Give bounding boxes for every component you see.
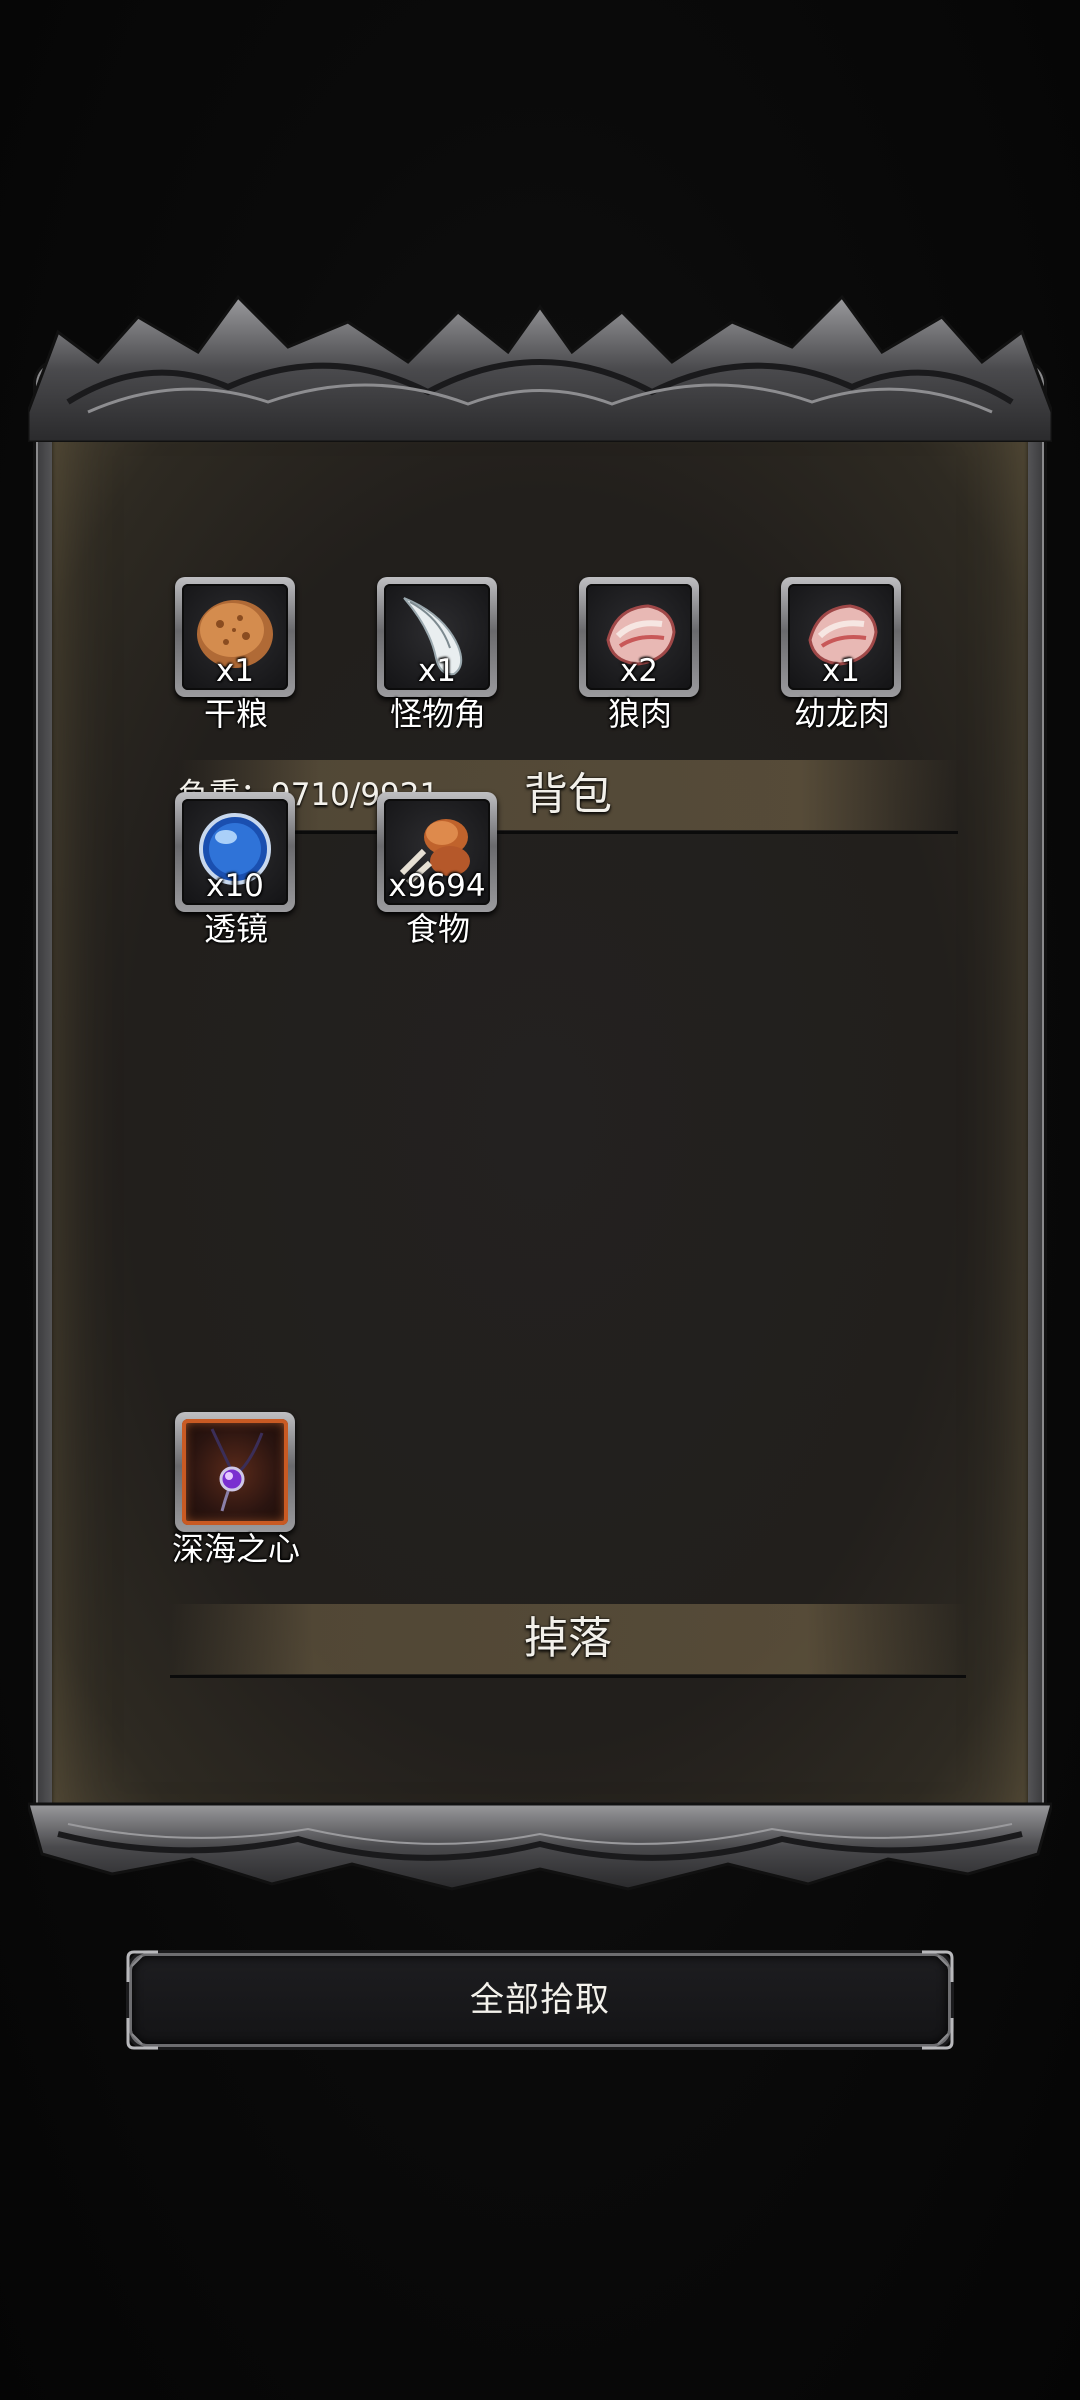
item-name: 怪物角 bbox=[389, 695, 486, 733]
frame-base-ornament bbox=[28, 1802, 1052, 1891]
item-name: 幼龙肉 bbox=[793, 695, 890, 733]
drop-header: 掉落 bbox=[170, 1604, 966, 1678]
item-name: 深海之心 bbox=[171, 1530, 300, 1568]
loot-screen: 负重：9710/9921 背包 x1 干粮 x1 怪物角 x2 狼肉 x1 幼龙… bbox=[0, 0, 1080, 2400]
collect-all-label: 全部拾取 bbox=[470, 1980, 610, 2020]
bag-item[interactable]: x2 狼肉 bbox=[575, 577, 705, 737]
frame-crown-ornament bbox=[28, 294, 1052, 442]
item-name: 透镜 bbox=[203, 910, 268, 948]
bag-item[interactable]: x1 怪物角 bbox=[373, 577, 503, 737]
item-quantity: x1 bbox=[215, 653, 255, 689]
item-slot[interactable]: x1 bbox=[175, 577, 295, 697]
drop-title: 掉落 bbox=[524, 1613, 612, 1664]
item-quantity: x1 bbox=[821, 653, 861, 689]
item-slot[interactable]: x2 bbox=[579, 577, 699, 697]
item-slot[interactable]: x10 bbox=[175, 792, 295, 912]
inventory-panel: 负重：9710/9921 背包 x1 干粮 x1 怪物角 x2 狼肉 x1 幼龙… bbox=[28, 292, 1052, 1904]
drop-item[interactable]: 深海之心 bbox=[171, 1412, 301, 1572]
bag-item[interactable]: x1 幼龙肉 bbox=[777, 577, 907, 737]
item-quantity: x1 bbox=[417, 653, 457, 689]
item-slot[interactable]: x9694 bbox=[377, 792, 497, 912]
item-slot[interactable]: x1 bbox=[781, 577, 901, 697]
item-slot[interactable]: x1 bbox=[377, 577, 497, 697]
bag-item[interactable]: x10 透镜 bbox=[171, 792, 301, 952]
item-slot[interactable] bbox=[175, 1412, 295, 1532]
item-name: 食物 bbox=[405, 910, 470, 948]
collect-all-button[interactable]: 全部拾取 bbox=[126, 1950, 954, 2050]
amulet-pendant-icon bbox=[210, 1428, 264, 1512]
item-quantity: x9694 bbox=[388, 868, 486, 904]
item-name: 干粮 bbox=[203, 695, 268, 733]
item-name: 狼肉 bbox=[607, 695, 672, 733]
bag-item[interactable]: x9694 食物 bbox=[373, 792, 503, 952]
item-quantity: x2 bbox=[619, 653, 659, 689]
bag-item[interactable]: x1 干粮 bbox=[171, 577, 301, 737]
header-divider bbox=[170, 1675, 966, 1678]
item-quantity: x10 bbox=[206, 868, 264, 904]
